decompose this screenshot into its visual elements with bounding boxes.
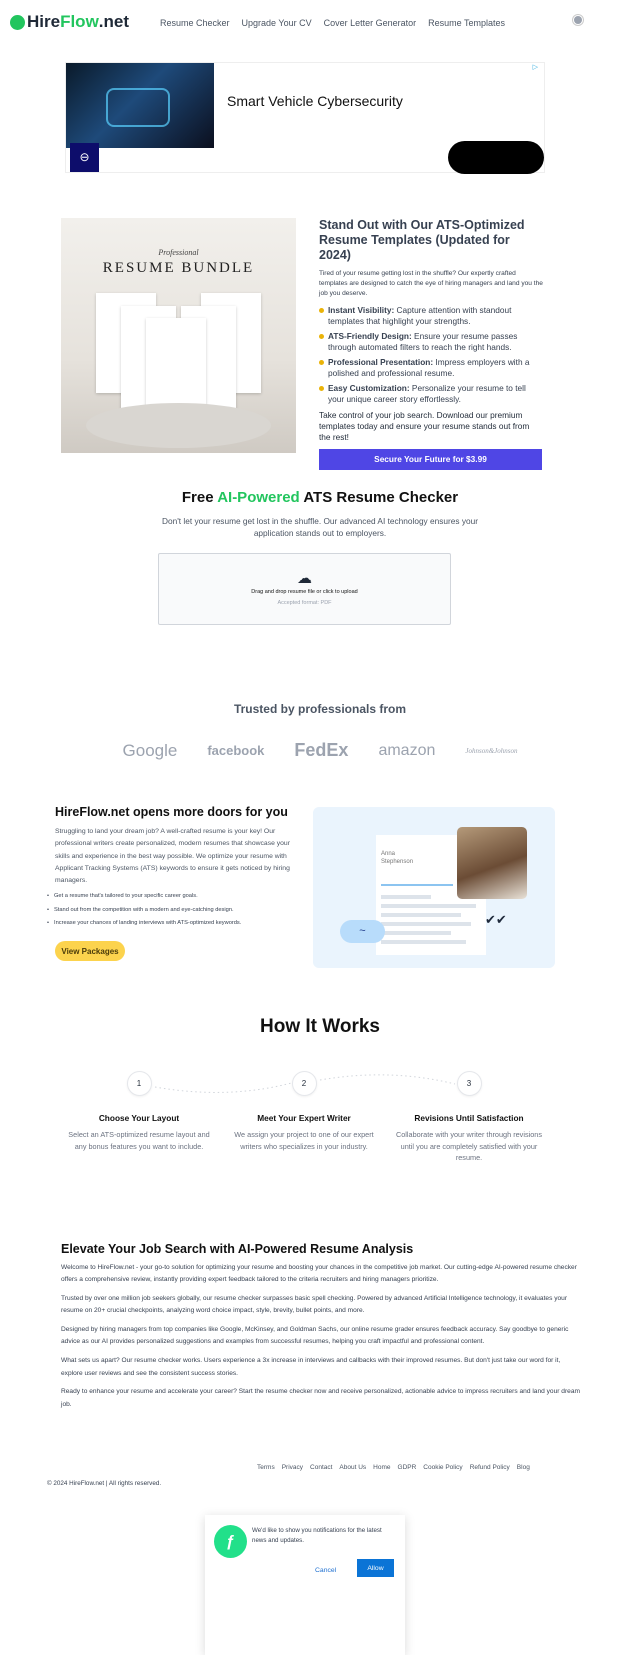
hireflow-logo-icon: ƒ: [214, 1525, 247, 1558]
templates-intro: Tired of your resume getting lost in the…: [319, 270, 543, 297]
feature-item: ATS-Friendly Design: Ensure your resume …: [319, 331, 543, 353]
logo-text: Hire: [27, 12, 61, 31]
doors-text: Struggling to land your dream job? A wel…: [55, 828, 290, 885]
feature-item: Easy Customization: Personalize your res…: [319, 383, 543, 405]
footer-link-terms[interactable]: Terms: [257, 1464, 275, 1471]
feature-label: Instant Visibility:: [328, 305, 395, 315]
ad-brand-logo: ⊖: [70, 143, 99, 172]
footer-link-cookie[interactable]: Cookie Policy: [423, 1464, 462, 1471]
adchoices-icon[interactable]: ▷: [533, 63, 538, 71]
elevate-paragraph: Designed by hiring managers from top com…: [61, 1326, 569, 1346]
t: Free: [181, 489, 218, 506]
accepted-format: Accepted format: PDF: [277, 600, 332, 606]
resume-bundle-image: Professional RESUME BUNDLE: [61, 218, 296, 453]
writer-photo: [457, 827, 527, 899]
elevate-paragraph: Trusted by over one million job seekers …: [61, 1295, 568, 1315]
google-logo: Google: [122, 740, 178, 760]
elevate-paragraph: Ready to enhance your resume and acceler…: [61, 1388, 580, 1408]
ad-cta-button[interactable]: [448, 141, 544, 174]
step-number: 2: [291, 1071, 317, 1096]
footer-link-home[interactable]: Home: [373, 1464, 390, 1471]
elevate-paragraph: Welcome to HireFlow.net - your go-to sol…: [61, 1264, 577, 1284]
trusted-title: Trusted by professionals from: [233, 702, 407, 716]
logo-suffix: .net: [98, 12, 130, 31]
image-script-title: Professional: [158, 248, 199, 257]
facebook-logo: facebook: [207, 743, 265, 758]
step-3: 3 Revisions Until Satisfaction Collaborate…: [379, 1071, 559, 1164]
templates-promo: Stand Out with Our ATS-Optimized Resume …: [319, 218, 543, 470]
upload-instructions: Drag and drop resume file or click to up…: [251, 589, 358, 595]
double-check-icon: ✔✔: [485, 912, 507, 927]
ad-banner[interactable]: Smart Vehicle Cybersecurity ▷ ⊖: [65, 62, 545, 174]
footer-link-refund[interactable]: Refund Policy: [470, 1464, 510, 1471]
cloud-upload-icon: ☁: [297, 570, 312, 587]
view-packages-button[interactable]: View Packages: [55, 941, 125, 961]
notification-message: We'd like to show you notifications for …: [252, 1527, 382, 1544]
footer-link-privacy[interactable]: Privacy: [282, 1464, 303, 1471]
bullet-item: Increase your chances of landing intervi…: [47, 917, 307, 931]
t: ATS Resume Checker: [299, 489, 459, 506]
fedex-logo: FedEx: [294, 740, 349, 760]
ad-image: [66, 63, 214, 148]
allow-button[interactable]: Allow: [357, 1559, 394, 1577]
ad-headline: Smart Vehicle Cybersecurity: [227, 93, 403, 109]
feature-label: Professional Presentation:: [328, 357, 434, 367]
step-1: 1 Choose Your Layout Select an ATS-optimiz…: [49, 1071, 229, 1152]
doors-title: HireFlow.net opens more doors for you: [55, 805, 288, 819]
checker-subtitle: Don't let your resume get lost in the sh…: [0, 515, 640, 539]
brand-logos: Google facebook FedEx amazon Johnson&Joh…: [0, 740, 640, 761]
amazon-logo: amazon: [378, 741, 436, 759]
step-2: 2 Meet Your Expert Writer We assign your p…: [214, 1071, 394, 1152]
step-number: 3: [456, 1071, 482, 1096]
step-desc: Collaborate with your writer through rev…: [395, 1130, 542, 1162]
templates-title: Stand Out with Our ATS-Optimized Resume …: [319, 218, 525, 262]
logo-accent: Flow: [60, 12, 99, 31]
bullet-item: Stand out from the competition with a mo…: [47, 904, 307, 918]
elevate-section: Elevate Your Job Search with AI-Powered …: [61, 1242, 581, 1417]
step-title: Revisions Until Satisfaction: [414, 1113, 524, 1123]
elevate-title: Elevate Your Job Search with AI-Powered …: [61, 1242, 414, 1256]
footer-links: Terms Privacy Contact About Us Home GDPR…: [257, 1464, 530, 1471]
doors-bullets: Get a resume that's tailored to your spe…: [47, 890, 307, 931]
step-desc: We assign your project to one of our exp…: [234, 1130, 374, 1151]
resume-upload-dropzone[interactable]: ☁ Drag and drop resume file or click to …: [158, 553, 451, 625]
t-accent: AI-Powered: [217, 489, 300, 506]
nav-upgrade-cv[interactable]: Upgrade Your CV: [242, 18, 312, 28]
bullet-item: Get a resume that's tailored to your spe…: [47, 890, 307, 904]
step-number: 1: [126, 1071, 152, 1096]
signature-icon: ~: [340, 920, 385, 943]
step-desc: Select an ATS-optimized resume layout an…: [68, 1130, 210, 1151]
nav-resume-templates[interactable]: Resume Templates: [428, 18, 505, 28]
feature-item: Instant Visibility: Capture attention wi…: [319, 305, 543, 327]
feature-label: Easy Customization:: [328, 383, 410, 393]
notification-prompt: ƒ We'd like to show you notifications fo…: [205, 1515, 405, 1655]
templates-outro: Take control of your job search. Downloa…: [319, 410, 530, 442]
step-title: Meet Your Expert Writer: [257, 1113, 351, 1123]
checker-title: Free AI-Powered ATS Resume Checker: [0, 489, 640, 506]
elevate-paragraph: What sets us apart? Our resume checker w…: [61, 1357, 561, 1377]
resume-writer-illustration: Anna Stephenson ~ ✔✔: [313, 807, 555, 968]
feature-label: ATS-Friendly Design:: [328, 331, 412, 341]
step-title: Choose Your Layout: [98, 1113, 180, 1123]
footer-link-blog[interactable]: Blog: [517, 1464, 530, 1471]
theme-toggle-sun-icon[interactable]: [574, 16, 582, 24]
logo[interactable]: Hire Flow .net: [10, 12, 129, 32]
subtitle-text: Don't let your resume get lost in the sh…: [162, 516, 478, 538]
cancel-button[interactable]: Cancel: [315, 1567, 336, 1574]
footer-link-contact[interactable]: Contact: [310, 1464, 332, 1471]
footer-link-gdpr[interactable]: GDPR: [398, 1464, 417, 1471]
nav-cover-letter[interactable]: Cover Letter Generator: [324, 18, 417, 28]
jnj-logo: Johnson&Johnson: [465, 746, 518, 755]
logo-icon: [10, 14, 25, 30]
feature-item: Professional Presentation: Impress emplo…: [319, 357, 543, 379]
feature-list: Instant Visibility: Capture attention wi…: [319, 305, 543, 405]
footer-link-about[interactable]: About Us: [339, 1464, 366, 1471]
illustration-name: Anna Stephenson: [381, 851, 414, 865]
copyright: © 2024 HireFlow.net | All rights reserve…: [47, 1480, 162, 1487]
image-title: RESUME BUNDLE: [102, 260, 255, 276]
main-nav: Resume Checker Upgrade Your CV Cover Let…: [160, 18, 505, 28]
how-it-works-title: How It Works: [260, 1016, 380, 1037]
nav-resume-checker[interactable]: Resume Checker: [160, 18, 230, 28]
buy-templates-button[interactable]: Secure Your Future for $3.99: [319, 449, 542, 470]
